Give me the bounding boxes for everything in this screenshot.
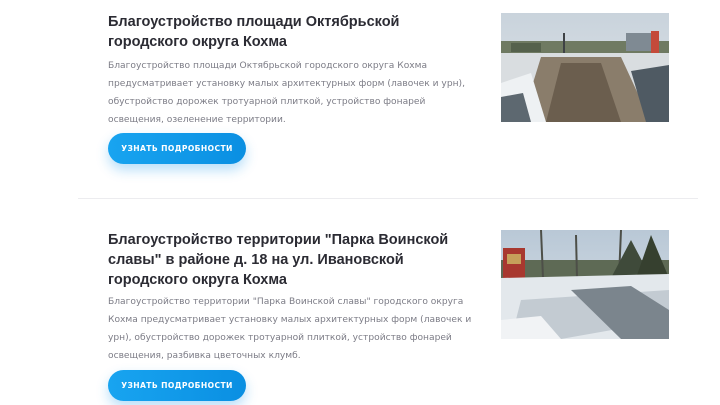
project-card: Благоустройство площади Октябрьской горо… <box>0 0 720 198</box>
project-description: Благоустройство площади Октябрьской горо… <box>108 61 465 125</box>
project-description: Благоустройство территории "Парка Воинск… <box>108 297 472 361</box>
details-button[interactable]: УЗНАТЬ ПОДРОБНОСТИ <box>108 133 246 164</box>
project-title: Благоустройство территории "Парка Воинск… <box>108 232 449 288</box>
project-photo <box>501 13 669 122</box>
details-button[interactable]: УЗНАТЬ ПОДРОБНОСТИ <box>108 370 246 401</box>
project-photo <box>501 230 669 339</box>
project-title: Благоустройство площади Октябрьской горо… <box>108 14 400 50</box>
project-card: Благоустройство территории "Парка Воинск… <box>0 199 720 405</box>
